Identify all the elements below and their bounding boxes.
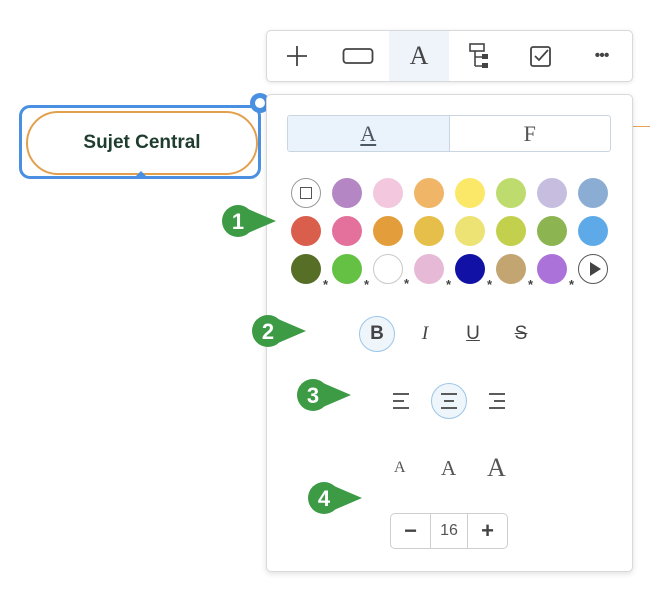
- underline-button[interactable]: U: [455, 316, 491, 352]
- color-swatch[interactable]: [332, 216, 362, 246]
- central-topic-node[interactable]: Sujet Central: [26, 111, 258, 175]
- bold-button[interactable]: B: [359, 316, 395, 352]
- font-size-large-button[interactable]: A: [487, 453, 506, 483]
- add-icon: [287, 46, 308, 66]
- color-swatch[interactable]: *: [496, 254, 533, 292]
- shape-icon: [342, 48, 374, 64]
- color-swatch[interactable]: [455, 216, 485, 246]
- color-swatch[interactable]: *: [332, 254, 369, 292]
- custom-color-marker: *: [568, 277, 574, 292]
- strikethrough-button[interactable]: S: [503, 316, 539, 352]
- tab-text-label: A: [360, 120, 377, 146]
- callout-number: 3: [307, 383, 319, 408]
- font-size-stepper: − 16 +: [390, 513, 508, 549]
- color-swatch[interactable]: [291, 216, 321, 246]
- align-left-icon: [393, 393, 409, 409]
- color-swatch[interactable]: [332, 178, 362, 208]
- callout-number: 2: [262, 319, 274, 344]
- custom-color-marker: *: [322, 277, 328, 292]
- format-tabs: A F: [287, 115, 611, 152]
- increase-size-button[interactable]: +: [468, 514, 507, 548]
- italic-button[interactable]: I: [407, 316, 443, 352]
- more-colors-button[interactable]: [578, 254, 608, 284]
- font-size-small-button[interactable]: A: [394, 459, 406, 477]
- color-swatch[interactable]: [414, 178, 444, 208]
- node-toolbar: A •••: [266, 30, 633, 82]
- callout-marker-2: 2: [252, 315, 306, 347]
- custom-color-marker: *: [445, 277, 451, 292]
- align-center-icon: [441, 393, 457, 409]
- align-right-button[interactable]: [479, 383, 515, 419]
- connector-line: [631, 126, 650, 127]
- callout-number: 4: [318, 486, 331, 511]
- structure-icon: [469, 43, 488, 68]
- add-button[interactable]: [267, 31, 328, 81]
- color-swatch[interactable]: [537, 178, 567, 208]
- tab-fill[interactable]: F: [448, 116, 611, 151]
- color-swatch[interactable]: [414, 216, 444, 246]
- callout-marker-4: 4: [308, 482, 362, 514]
- color-swatch[interactable]: *: [537, 254, 574, 292]
- color-swatch[interactable]: *: [455, 254, 492, 292]
- align-center-button[interactable]: [431, 383, 467, 419]
- callout-marker-3: 3: [297, 379, 351, 411]
- align-left-button[interactable]: [383, 383, 419, 419]
- color-swatch[interactable]: [373, 178, 403, 208]
- text-format-button[interactable]: A: [388, 31, 450, 81]
- custom-color-marker: *: [486, 277, 492, 292]
- decrease-size-button[interactable]: −: [391, 514, 430, 548]
- callout-marker-1: 1: [222, 205, 276, 237]
- task-button[interactable]: [510, 31, 571, 81]
- align-right-icon: [489, 393, 505, 409]
- custom-color-marker: *: [403, 276, 409, 291]
- color-swatch[interactable]: [455, 178, 485, 208]
- callout-number: 1: [232, 209, 244, 234]
- color-swatch[interactable]: [537, 216, 567, 246]
- color-swatch[interactable]: [496, 216, 526, 246]
- text-format-icon: A: [409, 41, 429, 70]
- more-icon: •••: [594, 47, 610, 64]
- font-size-medium-button[interactable]: A: [441, 456, 456, 481]
- color-swatch[interactable]: [373, 216, 403, 246]
- color-swatch[interactable]: [578, 216, 608, 246]
- tab-fill-label: F: [523, 120, 536, 146]
- color-swatch[interactable]: [578, 178, 608, 208]
- color-swatch[interactable]: *: [291, 254, 328, 292]
- color-swatch[interactable]: *: [414, 254, 451, 292]
- no-color-swatch[interactable]: [291, 178, 321, 208]
- color-swatch[interactable]: [496, 178, 526, 208]
- node-bottom-indicator: [135, 171, 147, 177]
- more-button[interactable]: •••: [571, 31, 632, 81]
- shape-button[interactable]: [328, 31, 389, 81]
- font-size-value[interactable]: 16: [430, 514, 468, 548]
- custom-color-marker: *: [363, 277, 369, 292]
- central-topic-label: Sujet Central: [83, 132, 201, 153]
- custom-color-marker: *: [527, 277, 533, 292]
- tab-text[interactable]: A: [288, 116, 449, 151]
- task-icon: [529, 46, 551, 67]
- color-swatch[interactable]: *: [373, 254, 409, 291]
- structure-button[interactable]: [449, 31, 510, 81]
